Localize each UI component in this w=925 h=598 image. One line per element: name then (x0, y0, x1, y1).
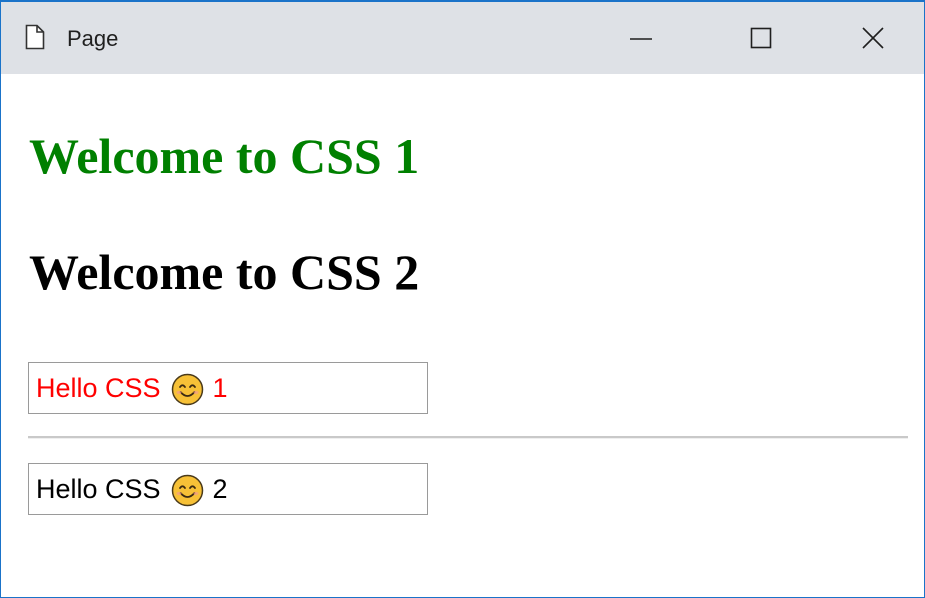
hello-box-2-text: Hello CSS (36, 474, 161, 504)
browser-window: Page Welcome to CSS 1 Welcome to CSS 2 H… (0, 0, 925, 598)
minimize-button[interactable] (611, 16, 671, 60)
page-content: Welcome to CSS 1 Welcome to CSS 2 Hello … (1, 74, 924, 598)
heading-css-2: Welcome to CSS 2 (29, 244, 420, 300)
maximize-button[interactable] (731, 16, 791, 60)
hello-box-1-text: Hello CSS (36, 373, 161, 403)
smiling-face-icon (171, 473, 204, 506)
title-bar[interactable]: Page (1, 2, 924, 74)
hello-box-1: Hello CSS 1 (28, 362, 428, 414)
hello-box-2-number: 2 (212, 474, 228, 504)
minimize-icon (629, 26, 653, 50)
maximize-icon (750, 27, 772, 49)
hello-box-1-number: 1 (212, 373, 228, 403)
close-button[interactable] (843, 16, 903, 60)
smiling-face-icon (171, 372, 204, 405)
horizontal-rule (28, 436, 908, 439)
hello-box-2: Hello CSS 2 (28, 463, 428, 515)
heading-css-1: Welcome to CSS 1 (29, 128, 420, 184)
page-icon (25, 24, 45, 50)
window-title: Page (67, 26, 119, 51)
close-icon (861, 26, 885, 50)
